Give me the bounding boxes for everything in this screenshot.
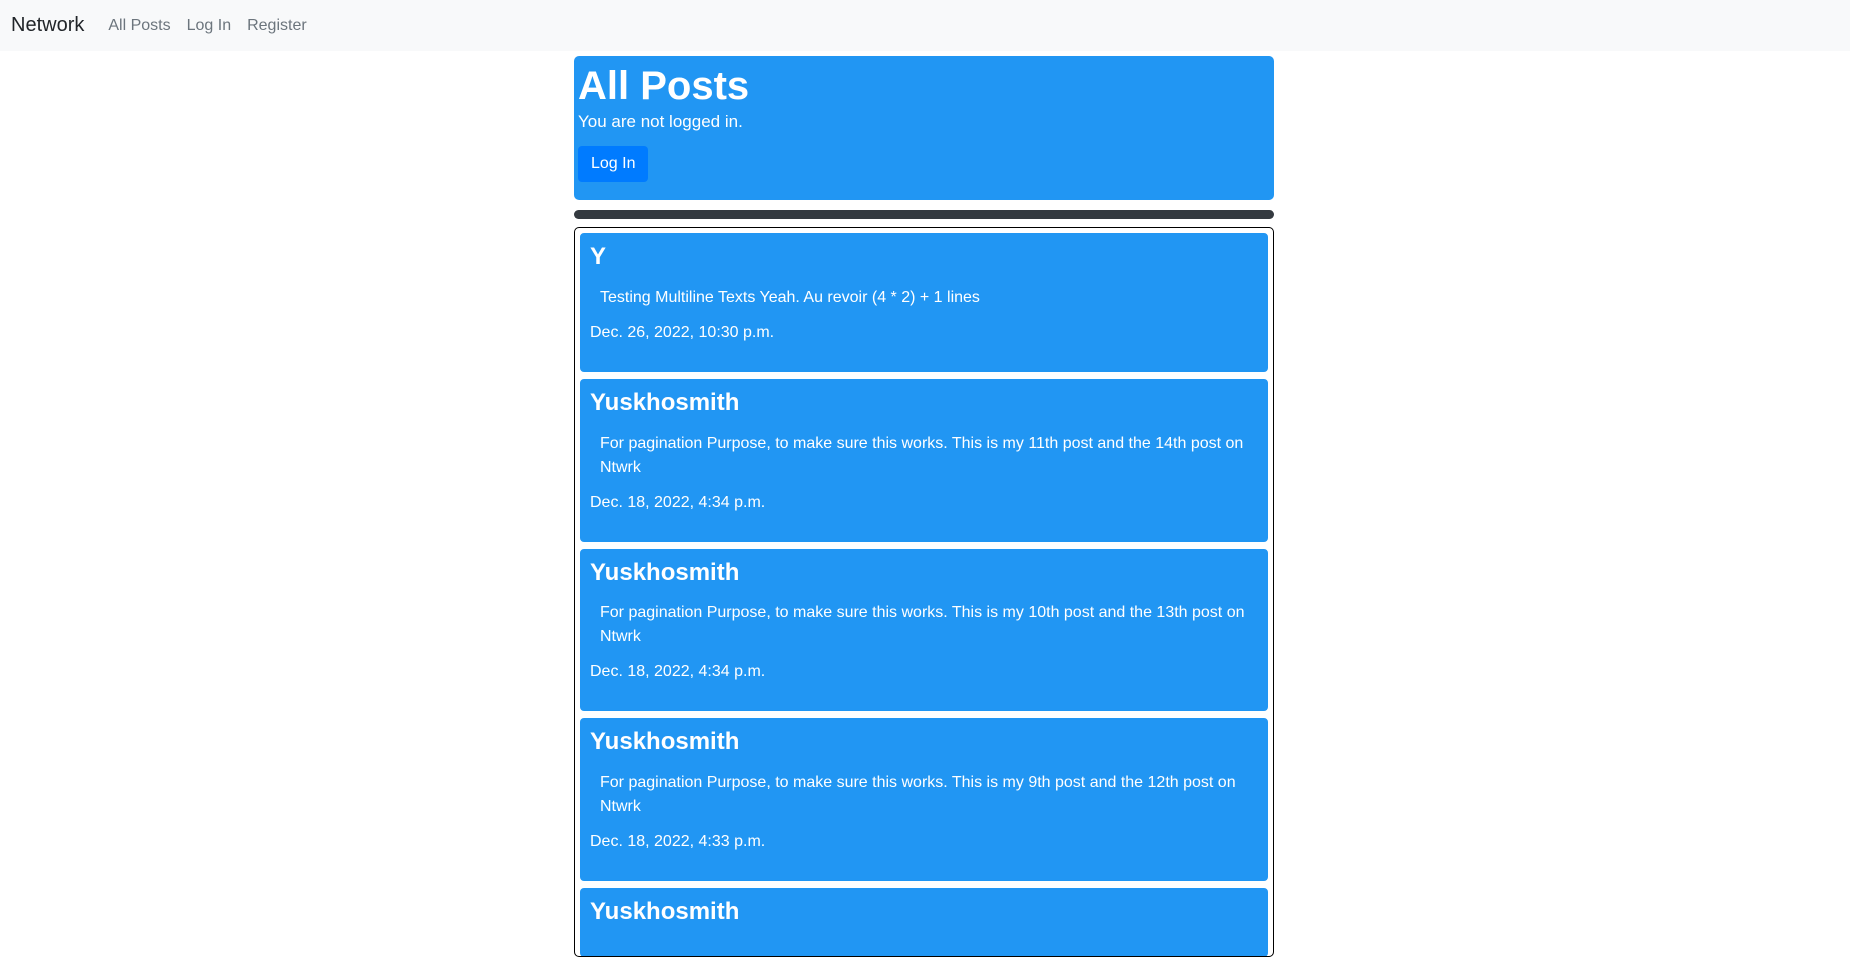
post-card: Yuskhosmith For pagination Purpose, to m…: [579, 717, 1269, 883]
divider-bar: [574, 210, 1274, 219]
post-author[interactable]: Y: [590, 243, 1258, 272]
log-in-button[interactable]: Log In: [578, 146, 649, 182]
posts-list: Y Testing Multiline Texts Yeah. Au revoi…: [574, 227, 1274, 957]
page-title: All Posts: [578, 64, 750, 108]
main-container: All Posts You are not logged in. Log In …: [574, 56, 1274, 957]
login-status-text: You are not logged in.: [578, 112, 743, 131]
post-body: Testing Multiline Texts Yeah. Au revoir …: [600, 288, 980, 306]
nav-link-log-in[interactable]: Log In: [187, 17, 231, 35]
header-card: All Posts You are not logged in. Log In: [574, 56, 1274, 200]
post-card: Yuskhosmith: [579, 887, 1269, 956]
post-card: Yuskhosmith For pagination Purpose, to m…: [579, 547, 1269, 713]
post-author[interactable]: Yuskhosmith: [590, 728, 1258, 757]
post-author[interactable]: Yuskhosmith: [590, 389, 1258, 418]
post-body: For pagination Purpose, to make sure thi…: [600, 604, 1245, 646]
nav-link-register[interactable]: Register: [247, 17, 307, 35]
post-author[interactable]: Yuskhosmith: [590, 898, 1258, 927]
post-card: Yuskhosmith For pagination Purpose, to m…: [579, 377, 1269, 543]
nav-link-all-posts[interactable]: All Posts: [108, 17, 170, 35]
post-body: For pagination Purpose, to make sure thi…: [600, 774, 1236, 816]
post-card: Y Testing Multiline Texts Yeah. Au revoi…: [579, 232, 1269, 373]
post-date: Dec. 26, 2022, 10:30 p.m.: [590, 323, 775, 341]
post-date: Dec. 18, 2022, 4:33 p.m.: [590, 833, 766, 851]
brand-link[interactable]: Network: [11, 14, 84, 37]
top-navbar: Network All Posts Log In Register: [0, 0, 1850, 51]
post-date: Dec. 18, 2022, 4:34 p.m.: [590, 663, 766, 681]
post-body: For pagination Purpose, to make sure thi…: [600, 434, 1244, 476]
post-author[interactable]: Yuskhosmith: [590, 559, 1258, 588]
post-date: Dec. 18, 2022, 4:34 p.m.: [590, 493, 766, 511]
